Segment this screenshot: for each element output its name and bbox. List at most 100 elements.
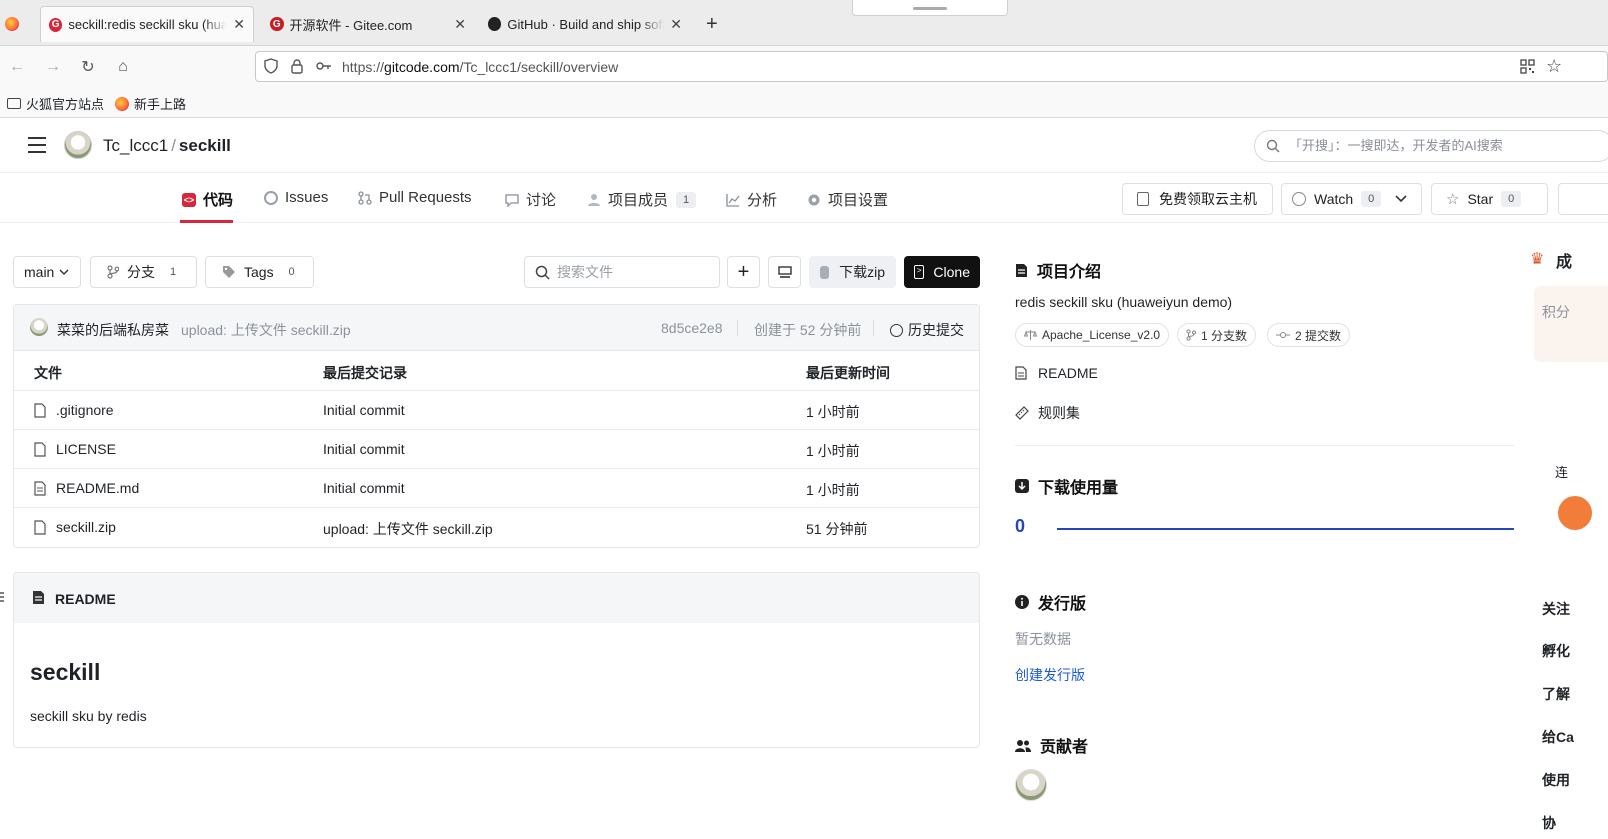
readme-label: README [55,591,116,607]
contributor-avatar[interactable] [1015,769,1047,801]
url-text[interactable]: https://gitcode.com/Tc_lccc1/seckill/ove… [342,59,618,75]
branches-button[interactable]: 分支 1 [90,256,197,288]
tab-discussions[interactable]: 讨论 [505,189,556,210]
scale-icon [1024,330,1037,340]
table-row[interactable]: .gitignore Initial commit 1 小时前 [14,391,979,430]
breadcrumb: Tc_lccc1/seckill [103,136,231,156]
tab-members[interactable]: 项目成员 1 [587,189,697,210]
tab-gitee[interactable]: G 开源软件 - Gitee.com ✕ [262,6,474,42]
tab-github[interactable]: GitHub · Build and ship software ✕ [480,6,690,42]
tab-issues[interactable]: Issues [264,189,328,206]
download-icon [1015,479,1029,493]
tab-seckill[interactable]: G seckill:redis seckill sku (huaweiyun d… [40,6,254,42]
branches-badge[interactable]: 1 分支数 [1177,323,1257,347]
license-badge[interactable]: Apache_License_v2.0 [1015,323,1170,347]
close-icon[interactable]: ✕ [233,16,245,33]
panel-link[interactable]: 关注 [1542,599,1570,619]
history-button[interactable]: 历史提交 [890,320,964,340]
divider [1015,445,1514,446]
firefox-icon[interactable] [5,17,19,31]
tab-analytics[interactable]: 分析 [726,189,777,210]
commit-hash[interactable]: 8d5ce2e8 [661,320,723,336]
tab-settings[interactable]: 项目设置 [807,189,888,210]
watch-button[interactable]: Watch 0 [1281,183,1422,215]
file-name[interactable]: seckill.zip [56,519,116,535]
qr-code-icon[interactable] [1520,59,1535,74]
button-label: 分支 [127,264,155,280]
panel-link[interactable]: 使用 [1542,770,1570,790]
chevron-down-icon [59,269,69,276]
close-icon[interactable]: ✕ [670,16,682,33]
add-file-button[interactable]: + [727,256,760,288]
file-name[interactable]: LICENSE [56,441,116,457]
tags-button[interactable]: Tags 0 [205,256,314,288]
window-drag-handle[interactable] [852,0,1008,16]
free-cloud-host-button[interactable]: 免费领取云主机 [1122,183,1273,215]
panel-link[interactable]: 孵化 [1542,641,1570,661]
url-bar[interactable]: https://gitcode.com/Tc_lccc1/seckill/ove… [255,51,1608,82]
badge-label: Apache_License_v2.0 [1042,328,1161,342]
search-icon [535,265,550,280]
table-row[interactable]: README.md Initial commit 1 小时前 [14,469,979,508]
commit-time: 创建于 52 分钟前 [754,322,862,338]
bookmark-getting-started[interactable]: 新手上路 [115,94,186,113]
reload-icon[interactable]: ↻ [76,55,100,79]
monitor-icon [777,265,792,279]
clone-button[interactable]: > Clone [904,256,980,288]
code-icon: <> [182,192,196,207]
readme-heading: seckill [30,659,101,685]
readme-panel: README seckill seckill sku by redis [13,572,980,748]
shield-icon [264,58,278,74]
permissions-key-icon[interactable] [316,60,332,72]
search-placeholder: 「开搜」：一搜即达，开发者的AI搜索 [1289,138,1503,153]
commit-author[interactable]: 菜菜的后端私房菜 [57,320,169,340]
file-search-input[interactable]: 搜索文件 [524,256,720,288]
web-ide-button[interactable] [768,256,801,288]
table-row[interactable]: LICENSE Initial commit 1 小时前 [14,430,979,469]
home-icon[interactable]: ⌂ [111,55,135,79]
back-arrow-icon[interactable]: ← [5,55,29,79]
rules-link[interactable]: 规则集 [1015,403,1080,423]
page: Tc_lccc1/seckill 「开搜」：一搜即达，开发者的AI搜索 <> 代… [0,118,1608,839]
bookmark-firefox-site[interactable]: 火狐官方站点 [7,94,104,113]
table-row[interactable]: seckill.zip upload: 上传文件 seckill.zip 51 … [14,508,979,547]
file-commit[interactable]: Initial commit [323,402,405,418]
file-icon [34,442,48,458]
readme-link[interactable]: README [1015,365,1098,381]
file-name[interactable]: README.md [56,480,139,496]
commit-message[interactable]: upload: 上传文件 seckill.zip [181,320,351,340]
outline-toggle-icon[interactable] [0,591,6,603]
panel-link[interactable]: 协 [1542,813,1556,833]
owner-avatar[interactable] [64,131,92,159]
section-title: 下载使用量 [1038,480,1119,497]
create-release-link[interactable]: 创建发行版 [1015,665,1085,685]
bookmark-star-icon[interactable]: ☆ [1546,56,1562,77]
panel-link[interactable]: 给Ca [1542,727,1574,747]
file-commit[interactable]: Initial commit [323,441,405,457]
chevron-down-icon[interactable] [1395,195,1407,203]
file-commit[interactable]: upload: 上传文件 seckill.zip [323,519,493,539]
new-tab-icon[interactable]: + [706,13,718,36]
branch-label: main [24,264,55,280]
forward-arrow-icon[interactable]: → [41,55,65,79]
tab-pull-requests[interactable]: Pull Requests [358,189,472,206]
file-name[interactable]: .gitignore [56,402,114,418]
browser-tab-bar: G seckill:redis seckill sku (huaweiyun d… [0,0,1608,46]
file-time: 1 小时前 [806,482,860,498]
points-label: 积分 [1542,304,1570,320]
repo-link[interactable]: seckill [179,136,231,155]
link-label: 规则集 [1038,405,1080,421]
eye-icon [1292,192,1306,206]
commits-badge[interactable]: 2 提交数 [1267,323,1351,347]
file-commit[interactable]: Initial commit [323,480,405,496]
owner-link[interactable]: Tc_lccc1 [103,136,168,155]
panel-link[interactable]: 了解 [1542,684,1570,704]
download-zip-button[interactable]: 下载zip [809,256,896,288]
menu-icon[interactable] [27,136,47,154]
file-time: 1 小时前 [806,404,860,420]
close-icon[interactable]: ✕ [454,16,466,33]
tab-code[interactable]: <> 代码 [182,189,233,210]
branch-select[interactable]: main [13,256,81,288]
button-label: Tags [244,264,274,280]
button-label: Watch [1314,191,1354,207]
